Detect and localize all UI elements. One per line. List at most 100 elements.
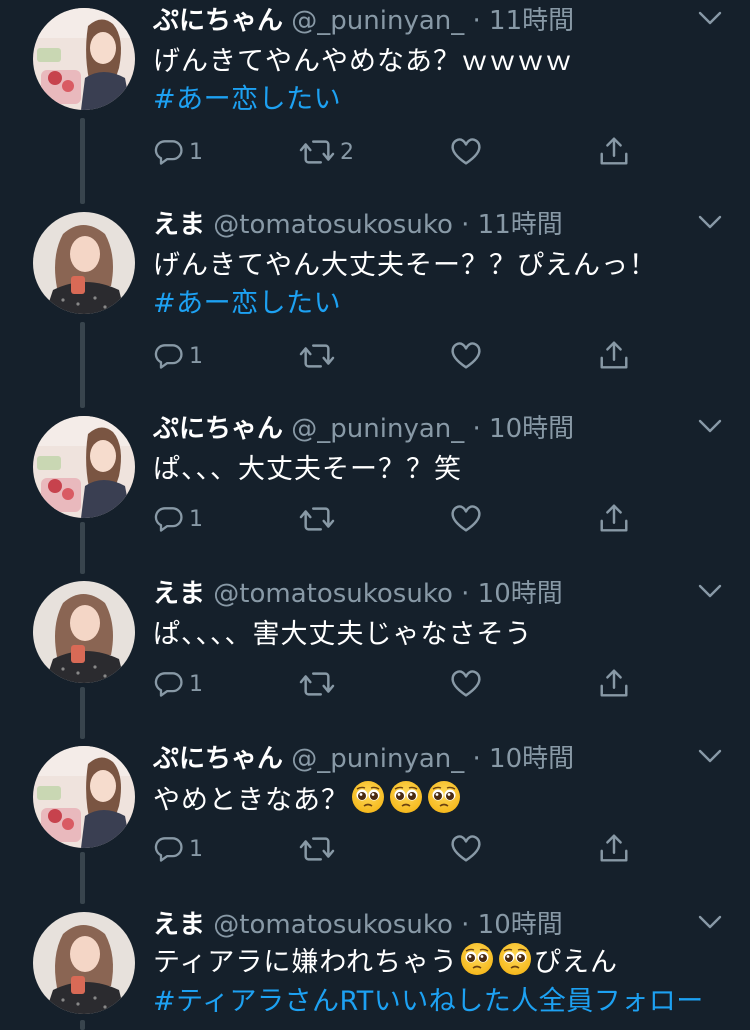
tweet-header: えま @tomatosukosuko · 10時間 [153,577,563,611]
hashtag-link[interactable]: #あー恋したい [153,284,341,324]
avatar[interactable] [33,581,135,683]
pleading-face-emoji [427,780,461,814]
tweet-text-content: ティアラに嫌われちゃう [153,947,459,978]
tweet[interactable]: えま @tomatosukosuko · 11時間 げんきてやん大丈夫そー？？ぴ… [0,204,750,404]
tweet[interactable]: ぷにちゃん @_puninyan_ · 10時間 ぱ、、、大丈夫そー？？笑 1 [0,408,750,572]
reply-count: 1 [189,671,203,697]
reply-icon [153,340,185,372]
retweet-button[interactable] [298,666,336,702]
retweet-count: 2 [340,139,354,165]
share-button[interactable] [597,666,631,702]
separator-dot: · [472,744,481,774]
reply-count: 1 [189,139,203,165]
avatar[interactable] [33,912,135,1014]
share-icon [597,502,631,536]
user-handle[interactable]: @_puninyan_ [291,414,464,444]
user-handle[interactable]: @_puninyan_ [291,744,464,774]
reply-button[interactable]: 1 [153,338,203,374]
reply-button[interactable]: 1 [153,501,203,537]
heart-icon [449,502,483,536]
retweet-icon [298,832,336,866]
tweet-text-content: やめときなあ？ [153,785,349,816]
reply-icon [153,503,185,535]
heart-icon [449,135,483,169]
tweet-actions: 1 [153,501,643,537]
chevron-down-icon[interactable] [697,912,723,932]
user-handle[interactable]: @_puninyan_ [291,6,464,36]
display-name[interactable]: えま [153,910,205,940]
tweet-text-content: ぴえん [534,947,619,978]
tweet-text: げんきてやん大丈夫そー？？ぴえんっ！ [153,250,657,281]
chevron-down-icon[interactable] [697,746,723,766]
user-handle[interactable]: @tomatosukosuko [213,579,453,609]
hashtag-link[interactable]: #ティアラさんRTいいねした人全員フォロー [153,982,704,1022]
like-button[interactable] [449,501,483,537]
timestamp[interactable]: 10時間 [489,414,574,444]
avatar[interactable] [33,746,135,848]
hashtag-link[interactable]: #あー恋したい [153,80,341,120]
retweet-button[interactable] [298,831,336,867]
chevron-down-icon[interactable] [697,581,723,601]
like-button[interactable] [449,666,483,702]
display-name[interactable]: えま [153,579,205,609]
separator-dot: · [472,414,481,444]
retweet-button[interactable] [298,338,336,374]
display-name[interactable]: えま [153,210,205,240]
like-button[interactable] [449,338,483,374]
reply-count: 1 [189,343,203,369]
avatar[interactable] [33,8,135,110]
share-button[interactable] [597,338,631,374]
like-button[interactable] [449,134,483,170]
reply-button[interactable]: 1 [153,666,203,702]
tweet-text: やめときなあ？ [153,780,463,821]
avatar[interactable] [33,416,135,518]
retweet-icon [298,339,336,373]
pleading-face-emoji [389,780,423,814]
retweet-button[interactable]: 2 [298,134,354,170]
user-handle[interactable]: @tomatosukosuko [213,910,453,940]
pleading-face-emoji [351,780,385,814]
reply-count: 1 [189,506,203,532]
share-icon [597,832,631,866]
display-name[interactable]: ぷにちゃん [153,414,283,444]
timestamp[interactable]: 11時間 [478,210,563,240]
share-icon [597,135,631,169]
retweet-icon [298,135,336,169]
timestamp[interactable]: 10時間 [478,910,563,940]
chevron-down-icon[interactable] [697,416,723,436]
tweet[interactable]: ぷにちゃん @_puninyan_ · 11時間 げんきてやんやめなあ？ｗｗｗｗ… [0,0,750,200]
avatar[interactable] [33,212,135,314]
tweet-text: ぱ、、、、害大丈夫じゃなさそう [153,619,533,650]
timestamp[interactable]: 10時間 [489,744,574,774]
tweet[interactable]: ぷにちゃん @_puninyan_ · 10時間 やめときなあ？ 1 [0,738,750,902]
timestamp[interactable]: 10時間 [478,579,563,609]
user-handle[interactable]: @tomatosukosuko [213,210,453,240]
tweet-header: えま @tomatosukosuko · 10時間 [153,908,563,942]
like-button[interactable] [449,831,483,867]
reply-count: 1 [189,836,203,862]
reply-icon [153,668,185,700]
reply-button[interactable]: 1 [153,831,203,867]
reply-icon [153,136,185,168]
heart-icon [449,667,483,701]
tweet[interactable]: えま @tomatosukosuko · 10時間 ティアラに嫌われちゃう ぴえん… [0,904,750,1030]
share-button[interactable] [597,831,631,867]
retweet-icon [298,667,336,701]
reply-button[interactable]: 1 [153,134,203,170]
share-button[interactable] [597,501,631,537]
timestamp[interactable]: 11時間 [489,6,574,36]
tweet-actions: 1 [153,338,643,374]
display-name[interactable]: ぷにちゃん [153,744,283,774]
tweet-header: ぷにちゃん @_puninyan_ · 10時間 [153,412,574,446]
tweet-actions: 1 2 [153,134,643,170]
heart-icon [449,339,483,373]
share-button[interactable] [597,134,631,170]
display-name[interactable]: ぷにちゃん [153,6,283,36]
chevron-down-icon[interactable] [697,212,723,232]
retweet-button[interactable] [298,501,336,537]
tweet-text: ティアラに嫌われちゃう ぴえん [153,942,618,983]
tweet-header: えま @tomatosukosuko · 11時間 [153,208,563,242]
tweet[interactable]: えま @tomatosukosuko · 10時間 ぱ、、、、害大丈夫じゃなさそ… [0,573,750,737]
reply-icon [153,833,185,865]
chevron-down-icon[interactable] [697,8,723,28]
